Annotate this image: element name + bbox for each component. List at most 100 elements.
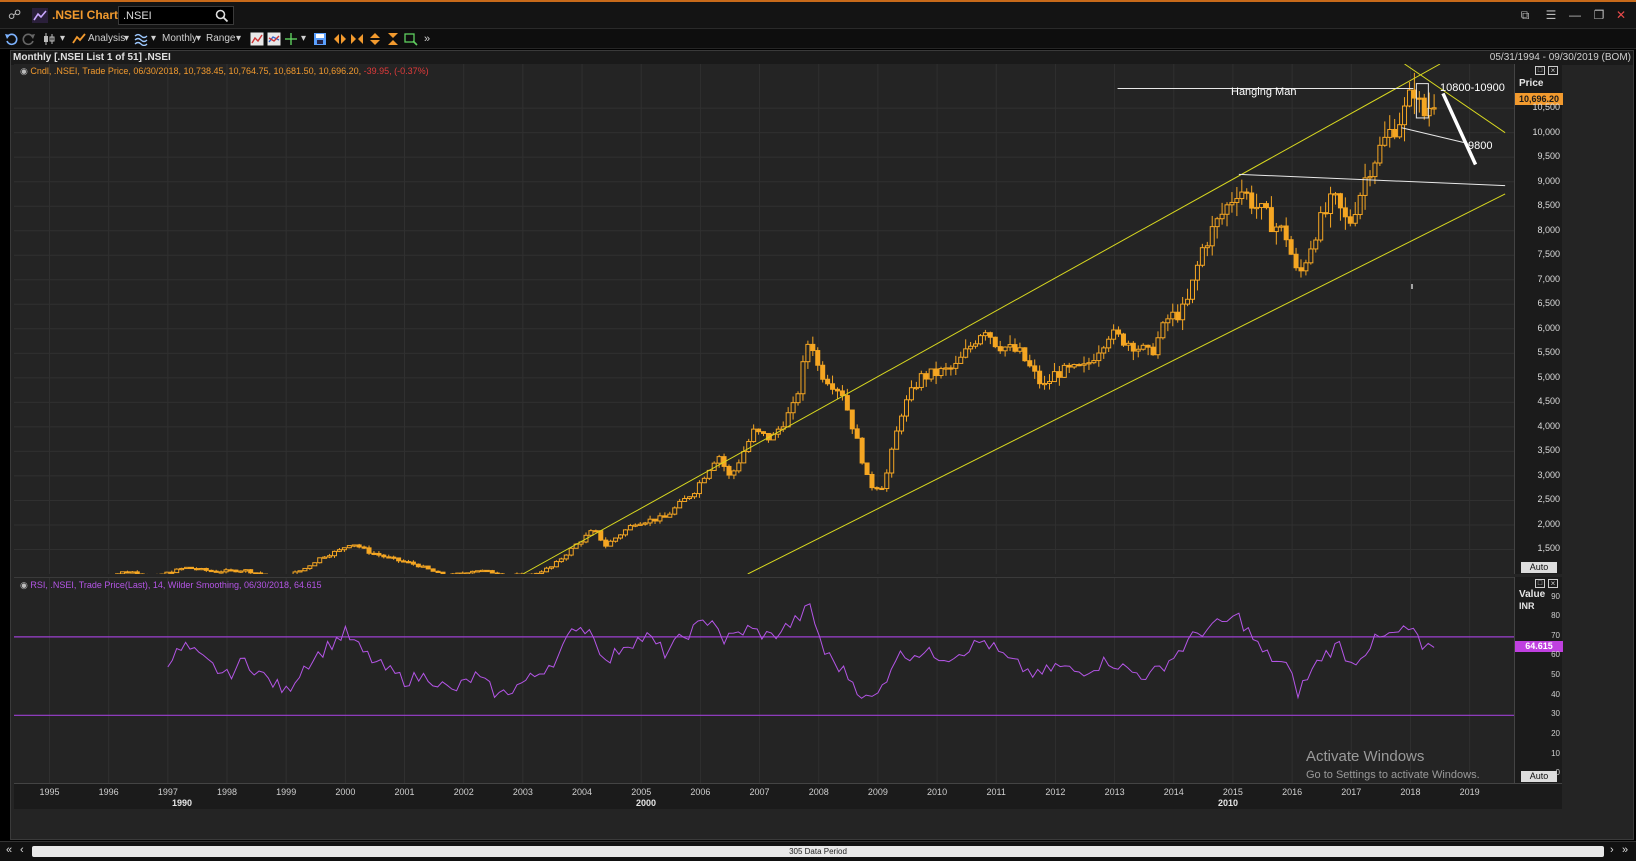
rsi-axis[interactable]: Value INR 64.615 Auto □ × 0 10 20 30 40 50 60 7… xyxy=(1514,577,1563,783)
dropdown-arrow-icon[interactable]: ▾ xyxy=(151,32,156,46)
search-icon[interactable] xyxy=(215,9,229,23)
candle-body xyxy=(435,570,441,573)
dropdown-arrow-icon[interactable]: ▾ xyxy=(196,32,201,46)
candle-body xyxy=(1244,191,1250,194)
zoom-box-icon[interactable] xyxy=(404,32,418,46)
candle-body xyxy=(1392,129,1398,138)
price-auto-scale-button[interactable]: Auto xyxy=(1521,562,1557,573)
rsi-chart[interactable] xyxy=(14,578,1514,784)
candle-body xyxy=(1170,311,1176,320)
candle-body xyxy=(425,565,431,570)
year-tick-label: 2010 xyxy=(927,787,948,797)
time-axis[interactable]: 1995 1996 1997 1998 1999 2000 2001 2002 2003 2004… xyxy=(14,783,1562,809)
candle-body xyxy=(1160,322,1166,339)
scroll-end-icon[interactable]: » xyxy=(1622,844,1628,856)
price-chart[interactable] xyxy=(14,64,1514,574)
panel-close-icon[interactable]: × xyxy=(1548,579,1558,588)
candle-body xyxy=(805,343,811,363)
panel-maximize-icon[interactable]: □ xyxy=(1535,66,1545,75)
price-axis[interactable]: Price 10,696.20 Auto □ × 1,500 2,000 2,500… xyxy=(1514,64,1563,574)
chart-date-range: 05/31/1994 - 09/30/2019 (BOM) xyxy=(1489,52,1631,63)
price-tick-label: 5,000 xyxy=(1537,371,1560,382)
price-legend: ◉ Cndl, .NSEI, Trade Price, 06/30/2018, … xyxy=(20,66,429,77)
rsi-tick-label: 70 xyxy=(1551,630,1560,640)
chart-app-icon xyxy=(32,8,48,23)
minimize-icon[interactable]: — xyxy=(1566,7,1584,23)
close-icon[interactable]: ✕ xyxy=(1612,7,1630,23)
candle-body xyxy=(1012,344,1018,352)
candle-body xyxy=(1273,226,1279,233)
interval-select[interactable]: Monthly xyxy=(162,32,197,46)
ric-input[interactable] xyxy=(123,8,213,24)
compare-chart-icon[interactable] xyxy=(267,32,281,46)
scroll-vertical-icon[interactable] xyxy=(368,32,382,46)
candle-body xyxy=(1017,347,1023,352)
decade-label: 2000 xyxy=(635,798,657,808)
undo-icon[interactable] xyxy=(4,32,18,46)
decade-label: 2010 xyxy=(1217,798,1239,808)
zoom-horizontal-icon[interactable] xyxy=(350,32,364,46)
studies-icon[interactable] xyxy=(134,32,148,46)
analysis-menu[interactable]: Analysis xyxy=(88,32,125,46)
more-tools-icon[interactable]: » xyxy=(424,32,430,46)
legend-toggle-icon[interactable]: ◉ xyxy=(20,66,28,76)
candle-body xyxy=(815,350,821,366)
candle-body xyxy=(1263,203,1269,209)
menu-icon[interactable]: ☰ xyxy=(1542,7,1560,23)
candle-body xyxy=(761,431,767,434)
year-tick-label: 1999 xyxy=(276,787,297,797)
zoom-vertical-icon[interactable] xyxy=(386,32,400,46)
candle-body xyxy=(401,560,407,563)
year-tick-label: 1997 xyxy=(157,787,178,797)
dropdown-arrow-icon[interactable]: ▾ xyxy=(236,32,241,46)
scroll-left-icon[interactable]: ‹ xyxy=(20,844,24,856)
year-tick-label: 2019 xyxy=(1459,787,1480,797)
candle-body xyxy=(563,554,569,560)
candle-body xyxy=(608,540,614,547)
candle-body xyxy=(1387,129,1393,138)
save-chart-icon[interactable] xyxy=(313,32,327,46)
chart-header: Monthly [.NSEI List 1 of 51] .NSEI 05/31… xyxy=(11,51,1633,65)
candle-body xyxy=(203,568,209,571)
candle-body xyxy=(1101,347,1107,354)
candle-type-icon[interactable] xyxy=(42,32,56,46)
scroll-horizontal-icon[interactable] xyxy=(333,32,347,46)
legend-toggle-icon[interactable]: ◉ xyxy=(20,580,28,590)
ric-search-box[interactable] xyxy=(118,6,234,25)
crosshair-icon[interactable] xyxy=(284,32,298,46)
rsi-panel[interactable]: ◉ RSI, .NSEI, Trade Price(Last), 14, Wil… xyxy=(14,577,1514,784)
scroll-start-icon[interactable]: « xyxy=(6,844,12,856)
candle-body xyxy=(258,572,264,574)
price-tick-label: 9,500 xyxy=(1537,151,1560,162)
candle-body xyxy=(657,515,663,522)
scrollbar-thumb[interactable]: 305 Data Period xyxy=(32,846,1604,857)
dropdown-arrow-icon[interactable]: ▾ xyxy=(60,32,65,46)
link-icon[interactable]: ☍ xyxy=(8,8,22,22)
candle-body xyxy=(864,462,870,475)
candle-body xyxy=(534,572,540,574)
panel-maximize-icon[interactable]: □ xyxy=(1535,579,1545,588)
candle-body xyxy=(386,556,392,559)
candle-body xyxy=(682,498,688,502)
year-tick-label: 1998 xyxy=(217,787,238,797)
dropdown-arrow-icon[interactable]: ▾ xyxy=(301,32,306,46)
redo-icon[interactable] xyxy=(22,32,36,46)
range-select[interactable]: Range xyxy=(206,32,235,46)
layout-icon[interactable]: ⧉ xyxy=(1516,7,1534,23)
restore-icon[interactable]: ❐ xyxy=(1590,7,1608,23)
line-chart-icon[interactable] xyxy=(250,32,264,46)
candle-body xyxy=(1328,193,1334,215)
scroll-right-icon[interactable]: › xyxy=(1610,844,1614,856)
decade-label: 1990 xyxy=(171,798,193,808)
candle-body xyxy=(327,555,333,558)
candle-body xyxy=(1219,213,1225,220)
candle-body xyxy=(1234,198,1240,203)
candle-body xyxy=(1145,344,1151,348)
candle-body xyxy=(884,472,890,490)
candle-body xyxy=(1096,352,1102,362)
panel-close-icon[interactable]: × xyxy=(1548,66,1558,75)
price-panel[interactable]: ◉ Cndl, .NSEI, Trade Price, 06/30/2018, … xyxy=(14,64,1514,574)
dropdown-arrow-icon[interactable]: ▾ xyxy=(124,32,129,46)
candle-body xyxy=(1042,382,1048,386)
time-scrollbar[interactable]: « ‹ 305 Data Period › » xyxy=(0,841,1636,861)
